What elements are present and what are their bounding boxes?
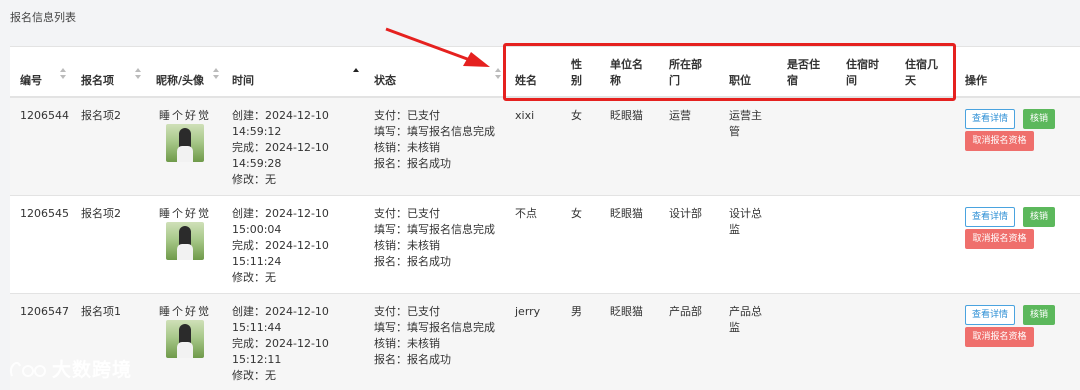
cell-time: 创建：2024-12-10 15:00:04 完成：2024-12-10 15:11:… (232, 207, 329, 284)
header-time[interactable]: 时间 (232, 73, 254, 89)
view-details-button[interactable]: 查看详情 (965, 109, 1015, 129)
panel-title: 报名信息列表 (10, 11, 76, 24)
verify-button[interactable]: 核销 (1023, 305, 1055, 325)
header-actions: 操作 (965, 74, 987, 87)
sort-status-icon[interactable] (495, 68, 502, 80)
cell-id: 1206544 (20, 109, 69, 122)
cell-position: 设计总监 (729, 207, 762, 236)
cell-company: 眨眼猫 (610, 109, 643, 122)
cell-position: 产品总监 (729, 305, 762, 334)
table-row: 1206544 报名项2 睡个好觉 创建：2024-12-10 14:59:12 完… (10, 98, 1080, 196)
cell-time: 创建：2024-12-10 15:11:44 完成：2024-12-10 15:12:… (232, 305, 329, 382)
cell-dept: 设计部 (669, 207, 702, 220)
cancel-signup-button[interactable]: 取消报名资格 (965, 327, 1034, 347)
cell-gender: 男 (571, 305, 582, 318)
cell-time: 创建：2024-12-10 14:59:12 完成：2024-12-10 14:59:… (232, 109, 329, 186)
sort-item-icon[interactable] (135, 68, 142, 80)
highlight-box (503, 43, 956, 101)
view-details-button[interactable]: 查看详情 (965, 305, 1015, 325)
cell-name: jerry (515, 305, 541, 318)
cell-item: 报名项2 (81, 109, 121, 122)
cell-dept: 运营 (669, 109, 691, 122)
view-details-button[interactable]: 查看详情 (965, 207, 1015, 227)
avatar (166, 320, 204, 358)
table-row: 1206547 报名项1 睡个好觉 创建：2024-12-10 15:11:44 完… (10, 294, 1080, 390)
sort-id-icon[interactable] (60, 68, 67, 80)
cancel-signup-button[interactable]: 取消报名资格 (965, 229, 1034, 249)
header-item[interactable]: 报名项 (81, 73, 114, 89)
cancel-signup-button[interactable]: 取消报名资格 (965, 131, 1034, 151)
cell-name: 不点 (515, 207, 537, 220)
sort-nick-icon[interactable] (213, 68, 220, 80)
header-nick-avatar[interactable]: 昵称/头像 (156, 73, 204, 89)
verify-button[interactable]: 核销 (1023, 207, 1055, 227)
cell-id: 1206547 (20, 305, 69, 318)
header-id[interactable]: 编号 (20, 73, 42, 89)
cell-status: 支付：已支付 填写：填写报名信息完成 核销：未核销 报名：报名成功 (374, 109, 495, 170)
cell-item: 报名项1 (81, 305, 121, 318)
watermark-logo-icon (9, 361, 46, 377)
verify-button[interactable]: 核销 (1023, 109, 1055, 129)
cell-gender: 女 (571, 109, 582, 122)
watermark-text: 大数跨境 (52, 359, 133, 381)
cell-company: 眨眼猫 (610, 207, 643, 220)
cell-dept: 产品部 (669, 305, 702, 318)
cell-position: 运营主管 (729, 109, 762, 138)
cell-nickname: 睡个好觉 (159, 109, 211, 122)
cell-status: 支付：已支付 填写：填写报名信息完成 核销：未核销 报名：报名成功 (374, 305, 495, 366)
avatar (166, 222, 204, 260)
cell-nickname: 睡个好觉 (159, 207, 211, 220)
cell-company: 眨眼猫 (610, 305, 643, 318)
sort-time-icon[interactable] (353, 68, 360, 80)
table-row: 1206545 报名项2 睡个好觉 创建：2024-12-10 15:00:04 完… (10, 196, 1080, 294)
header-status[interactable]: 状态 (374, 73, 396, 89)
cell-name: xixi (515, 109, 535, 122)
cell-nickname: 睡个好觉 (159, 305, 211, 318)
cell-status: 支付：已支付 填写：填写报名信息完成 核销：未核销 报名：报名成功 (374, 207, 495, 268)
avatar (166, 124, 204, 162)
cell-gender: 女 (571, 207, 582, 220)
panel-header: 报名信息列表 (0, 0, 1080, 32)
cell-item: 报名项2 (81, 207, 121, 220)
cell-id: 1206545 (20, 207, 69, 220)
